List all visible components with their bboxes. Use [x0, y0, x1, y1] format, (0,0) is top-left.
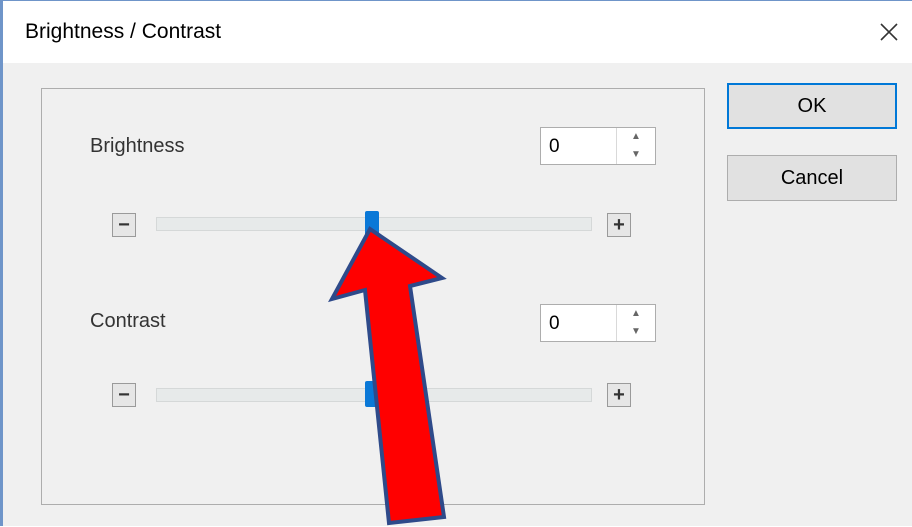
brightness-contrast-dialog: Brightness / Contrast Brightness 0 ▲ ▼ −… [0, 0, 912, 526]
red-arrow-annotation [328, 226, 447, 526]
